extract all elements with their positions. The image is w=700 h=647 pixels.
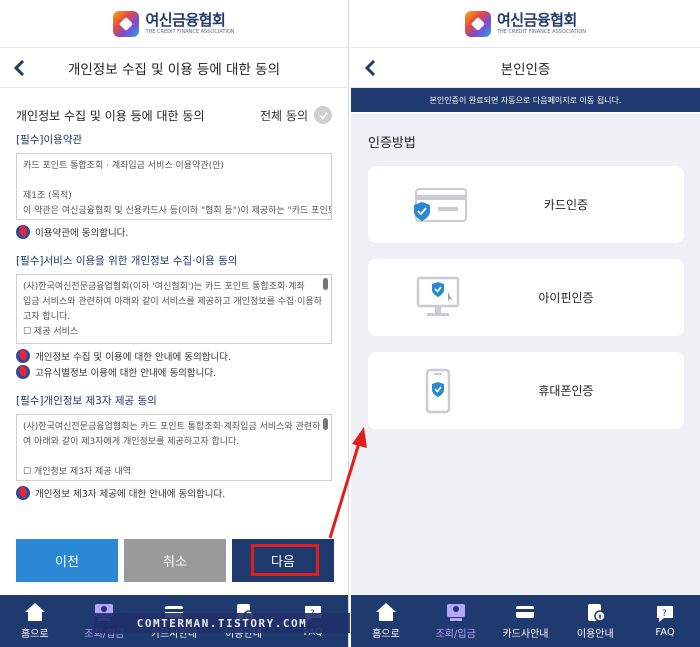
inquiry-icon <box>446 604 465 621</box>
logo-mark-icon <box>464 10 491 37</box>
terms-title: [필수]이용약관 <box>16 134 83 146</box>
chevron-left-icon <box>364 60 376 76</box>
card-icon <box>516 606 535 618</box>
tab-label: 홈으로 <box>372 629 400 640</box>
logo: 여신금융협회 THE CREDIT FINANCE ASSOCIATION <box>351 0 700 48</box>
tab-label: 홈으로 <box>20 629 49 640</box>
checked-icon <box>16 225 30 239</box>
terms-line: 고자 합니다. <box>23 312 71 322</box>
page-title: 개인정보 수집 및 이용 등에 대한 동의 <box>67 61 281 78</box>
terms-line: 제1조 (목적) <box>23 191 72 201</box>
prev-button[interactable]: 이전 <box>16 539 118 582</box>
method-area: 인증방법 카드인증 아이핀인증 휴대폰인증 <box>351 114 700 595</box>
logo-name-ko: 여신금융협회 <box>145 10 226 29</box>
terms-line: 여 아래와 같이 제3자에게 개인정보를 제공하고자 합니다. <box>23 437 240 447</box>
logo-mark-icon <box>113 10 140 37</box>
tab-card-companies[interactable]: 카드사안내 <box>491 595 561 647</box>
highlight-box <box>251 544 319 576</box>
identity-verification-screen: 여신금융협회 THE CREDIT FINANCE ASSOCIATION 본인… <box>351 0 700 647</box>
screenshot-composite: 여신금융협회 THE CREDIT FINANCE ASSOCIATION 개인… <box>0 0 700 647</box>
tab-faq[interactable]: ? FAQ <box>630 595 700 647</box>
button-bar: 이전 취소 다음 <box>16 539 334 582</box>
notice-banner: 본인인증이 완료되면 자동으로 다음페이지로 이동 됩니다. <box>351 88 700 112</box>
terms-title: [필수]개인정보 제3자 제공 동의 <box>16 395 157 407</box>
terms-line: ☐ 제공 서비스 <box>23 327 79 337</box>
tab-home[interactable]: 홈으로 <box>0 595 70 647</box>
terms-textbox[interactable]: (사)한국여신전문금융업협회(이하 '여신협회')는 카드 포인트 통합조회·계… <box>16 274 332 344</box>
terms-line: 카드 포인트 통합조회 · 계좌입금 서비스 이용약관(안) <box>23 161 224 171</box>
agree-label: 개인정보 수집 및 이용에 대한 안내에 동의합니다. <box>35 352 231 363</box>
agree-all-toggle[interactable]: 전체 동의 <box>260 106 332 124</box>
method-label: 휴대폰인증 <box>538 384 594 398</box>
terms-line: 이 약관은 여신금융협회 및 신용카드사 등(이하 "협회 등")이 제공하는 … <box>23 206 332 216</box>
page-title: 본인인증 <box>500 61 551 78</box>
ipin-auth-option[interactable]: 아이핀인증 <box>368 259 684 336</box>
cancel-button[interactable]: 취소 <box>124 539 226 582</box>
method-label: 아이핀인증 <box>538 291 594 305</box>
agree-checkbox[interactable]: 이용약관에 동의합니다. <box>16 225 332 239</box>
method-label: 카드인증 <box>543 198 589 212</box>
terms-title: [필수]서비스 이용을 위한 개인정보 수집·이용 동의 <box>16 255 238 267</box>
agree-label: 고유식별정보 이용에 대한 안내에 동의합니다. <box>35 368 217 379</box>
header: 본인인증 <box>351 48 700 88</box>
agree-all-label: 전체 동의 <box>260 108 308 123</box>
terms-line <box>23 174 325 189</box>
check-circle-icon <box>314 106 332 124</box>
agree-checkbox[interactable]: 고유식별정보 이용에 대한 안내에 동의합니다. <box>16 365 332 379</box>
watermark: COMTERMAN.TISTORY.COM <box>94 613 350 633</box>
agree-checkbox[interactable]: 개인정보 제3자 제공에 대한 안내에 동의합니다. <box>16 486 332 500</box>
home-icon <box>24 603 45 621</box>
scrollbar[interactable] <box>323 418 328 430</box>
logo-name-en: THE CREDIT FINANCE ASSOCIATION <box>145 28 235 35</box>
logo-name-en: THE CREDIT FINANCE ASSOCIATION <box>496 28 587 35</box>
tab-inquiry[interactable]: 조회/입금 <box>421 595 491 647</box>
guide-icon <box>588 604 607 622</box>
terms-line <box>23 450 325 465</box>
section-title: 개인정보 수집 및 이용 등에 대한 동의 <box>16 108 205 123</box>
checked-icon <box>16 365 30 379</box>
checked-icon <box>16 486 30 500</box>
back-button[interactable] <box>8 57 30 79</box>
tab-guide[interactable]: 이용안내 <box>560 595 630 647</box>
terms-textbox[interactable]: 카드 포인트 통합조회 · 계좌입금 서비스 이용약관(안) 제1조 (목적) … <box>16 153 332 220</box>
logo-name-ko: 여신금융협회 <box>496 10 577 29</box>
terms-line: (사)한국여신전문금융업협회(이하 '여신협회')는 카드 포인트 통합조회·계… <box>23 282 305 292</box>
back-button[interactable] <box>359 57 381 79</box>
next-button[interactable]: 다음 <box>232 539 334 582</box>
tab-label: 조회/입금 <box>435 629 476 640</box>
tab-home[interactable]: 홈으로 <box>351 595 421 647</box>
tab-label: FAQ <box>655 627 675 638</box>
tab-label: 이용안내 <box>576 629 614 640</box>
svg-text:?: ? <box>662 609 667 619</box>
header: 개인정보 수집 및 이용 등에 대한 동의 <box>0 48 348 88</box>
terms-line: (사)한국여신전문금융업협회는 카드 포인트 통합조회·계좌입금 서비스와 관련… <box>23 422 321 432</box>
method-title: 인증방법 <box>368 136 416 151</box>
card-auth-option[interactable]: 카드인증 <box>368 166 684 243</box>
home-icon <box>375 603 396 621</box>
chevron-left-icon <box>13 60 25 76</box>
scrollbar[interactable] <box>323 278 328 290</box>
tab-label: 카드사안내 <box>502 629 549 640</box>
consent-screen: 여신금융협회 THE CREDIT FINANCE ASSOCIATION 개인… <box>0 0 349 647</box>
checked-icon <box>16 349 30 363</box>
agree-label: 이용약관에 동의합니다. <box>35 228 129 239</box>
logo: 여신금융협회 THE CREDIT FINANCE ASSOCIATION <box>0 0 348 48</box>
terms-textbox[interactable]: (사)한국여신전문금융업협회는 카드 포인트 통합조회·계좌입금 서비스와 관련… <box>16 414 332 481</box>
phone-auth-option[interactable]: 휴대폰인증 <box>368 352 684 429</box>
bottom-tabbar: 홈으로 조회/입금 카드사안내 이용안내 ? FAQ <box>351 595 700 647</box>
terms-line: 입금 서비스와 관련하여 아래와 같이 서비스를 제공하고 개인정보를 수집·이… <box>23 297 322 307</box>
agree-label: 개인정보 제3자 제공에 대한 안내에 동의합니다. <box>35 489 226 500</box>
terms-line: ☐ 개인정보 제3자 제공 내역 <box>23 467 132 477</box>
agree-checkbox[interactable]: 개인정보 수집 및 이용에 대한 안내에 동의합니다. <box>16 349 332 363</box>
faq-icon: ? <box>657 606 674 622</box>
